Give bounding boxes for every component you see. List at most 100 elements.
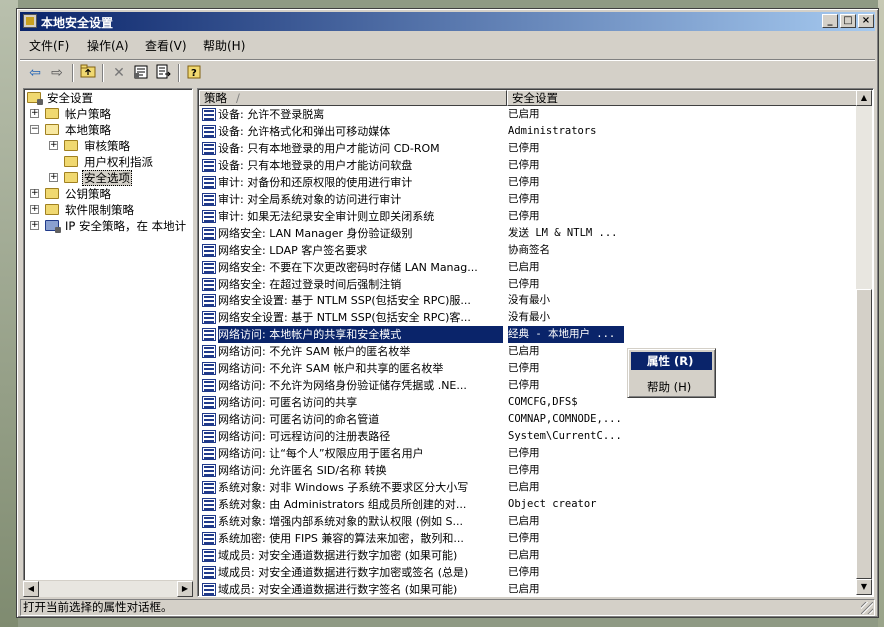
table-row[interactable]: 系统对象: 对非 Windows 子系统不要求区分大小写 已启用 xyxy=(199,479,857,496)
tree-item-security-options[interactable]: + 安全选项 xyxy=(27,170,187,186)
toolbar-separator xyxy=(102,64,104,82)
expand-icon[interactable]: + xyxy=(30,189,39,198)
table-row[interactable]: 网络访问: 让“每个人”权限应用于匿名用户 已停用 xyxy=(199,445,857,462)
table-row[interactable]: 审计: 如果无法纪录安全审计则立即关闭系统 已停用 xyxy=(199,208,857,225)
policy-icon xyxy=(202,430,216,444)
open-folder-icon xyxy=(45,124,59,135)
policy-name: 网络访问: 可匿名访问的共享 xyxy=(218,396,358,410)
table-row[interactable]: 网络安全设置: 基于 NTLM SSP(包括安全 RPC)客... 没有最小 xyxy=(199,309,857,326)
table-row[interactable]: 网络访问: 可匿名访问的共享 COMCFG,DFS$ xyxy=(199,394,857,411)
ip-security-icon xyxy=(45,220,61,233)
context-menu-help[interactable]: 帮助 (H) xyxy=(631,378,712,396)
close-button[interactable]: × xyxy=(858,14,874,28)
table-row[interactable]: 网络访问: 不允许 SAM 帐户的匿名枚举 已启用 xyxy=(199,343,857,360)
up-folder-icon[interactable] xyxy=(79,64,97,82)
policy-setting: 已启用 xyxy=(508,108,540,120)
table-row[interactable]: 审计: 对备份和还原权限的使用进行审计 已停用 xyxy=(199,174,857,191)
table-row[interactable]: 设备: 只有本地登录的用户才能访问软盘 已停用 xyxy=(199,157,857,174)
policy-name: 设备: 只有本地登录的用户才能访问软盘 xyxy=(218,158,413,172)
resize-grip-icon[interactable] xyxy=(861,602,873,614)
minimize-button[interactable]: _ xyxy=(822,14,838,28)
tree-item-user-rights-assignment[interactable]: 用户权利指派 xyxy=(27,154,187,170)
context-menu-properties[interactable]: 属性 (R) xyxy=(631,352,712,370)
policy-icon xyxy=(202,311,216,325)
policy-icon xyxy=(202,531,216,545)
table-row[interactable]: 网络安全设置: 基于 NTLM SSP(包括安全 RPC)服... 没有最小 xyxy=(199,292,857,309)
menu-help[interactable]: 帮助(H) xyxy=(203,37,245,54)
back-arrow-icon[interactable]: ⇦ xyxy=(26,64,44,82)
table-row[interactable]: 设备: 允许格式化和弹出可移动媒体 Administrators xyxy=(199,123,857,140)
tree-item-local-policies[interactable]: − 本地策略 xyxy=(27,122,187,138)
table-row[interactable]: 网络访问: 不允许为网络身份验证储存凭据或 .NE... 已停用 xyxy=(199,377,857,394)
maximize-button[interactable]: □ xyxy=(840,14,856,28)
title-bar[interactable]: 本地安全设置 _ □ × xyxy=(20,12,875,31)
scrollbar-thumb[interactable] xyxy=(856,289,872,579)
scroll-up-arrow-icon[interactable]: ▲ xyxy=(856,90,872,106)
policy-icon xyxy=(202,345,216,359)
expand-icon[interactable]: + xyxy=(30,109,39,118)
expand-icon[interactable]: + xyxy=(30,221,39,230)
policy-name: 系统对象: 由 Administrators 组成员所创建的对... xyxy=(218,497,467,511)
tree-item-public-key-policies[interactable]: + 公钥策略 xyxy=(27,186,187,202)
menu-bar: 文件(F) 操作(A) 查看(V) 帮助(H) xyxy=(20,34,875,54)
expand-icon[interactable]: + xyxy=(30,205,39,214)
policy-setting: Object creator xyxy=(508,497,597,510)
scroll-down-arrow-icon[interactable]: ▼ xyxy=(856,579,872,595)
table-row[interactable]: 系统加密: 使用 FIPS 兼容的算法来加密，散列和... 已停用 xyxy=(199,530,857,547)
properties-icon[interactable] xyxy=(132,64,150,82)
table-row[interactable]: 网络访问: 不允许 SAM 帐户和共享的匿名枚举 已停用 xyxy=(199,360,857,377)
help-icon[interactable]: ? xyxy=(186,64,204,82)
scroll-left-arrow-icon[interactable]: ◀ xyxy=(23,581,39,597)
tree-item-audit-policy[interactable]: + 审核策略 xyxy=(27,138,187,154)
table-row[interactable]: 系统对象: 由 Administrators 组成员所创建的对... Object… xyxy=(199,496,857,513)
policy-icon xyxy=(202,141,216,155)
tree-item-software-restriction-policies[interactable]: + 软件限制策略 xyxy=(27,202,187,218)
column-header-security-setting[interactable]: 安全设置 xyxy=(507,90,857,106)
policy-setting: 已停用 xyxy=(508,362,540,375)
table-row[interactable]: 网络安全: LAN Manager 身份验证级别 发送 LM & NTLM ... xyxy=(199,225,857,242)
policy-setting: 已停用 xyxy=(508,463,540,476)
expand-icon[interactable]: + xyxy=(49,173,58,182)
collapse-icon[interactable]: − xyxy=(30,125,39,134)
tree-horizontal-scrollbar[interactable]: ◀ ▶ xyxy=(23,580,193,597)
menu-view[interactable]: 查看(V) xyxy=(145,37,187,54)
policy-icon xyxy=(202,226,216,240)
table-row[interactable]: 网络访问: 本地帐户的共享和安全模式 经典 - 本地用户 ... xyxy=(199,326,857,344)
table-row[interactable]: 网络访问: 可匿名访问的命名管道 COMNAP,COMNODE,... xyxy=(199,411,857,428)
policy-setting: 发送 LM & NTLM ... xyxy=(508,226,618,239)
table-row[interactable]: 域成员: 对安全通道数据进行数字加密或签名 (总是) 已停用 xyxy=(199,564,857,581)
tree-item-security-settings[interactable]: 安全设置 xyxy=(27,90,187,106)
tree-item-ip-security-policies[interactable]: + IP 安全策略，在 本地计 xyxy=(27,218,192,234)
policy-name: 网络安全: LDAP 客户签名要求 xyxy=(218,243,368,257)
policy-name: 域成员: 对安全通道数据进行数字签名 (如果可能) xyxy=(218,582,458,596)
policy-name: 网络访问: 本地帐户的共享和安全模式 xyxy=(218,326,503,344)
policy-list-pane[interactable]: 策略 / 安全设置 设备: 允许不登录脱离 已启用 设备: 允许格式化和弹出可移动媒… xyxy=(197,88,874,597)
forward-arrow-icon[interactable]: ⇨ xyxy=(48,64,66,82)
app-icon[interactable] xyxy=(23,14,37,28)
menu-action[interactable]: 操作(A) xyxy=(87,37,129,54)
expand-icon[interactable]: + xyxy=(49,141,58,150)
tree-item-account-policies[interactable]: + 帐户策略 xyxy=(27,106,187,122)
table-row[interactable]: 网络安全: 不要在下次更改密码时存储 LAN Manag... 已启用 xyxy=(199,259,857,276)
table-row[interactable]: 系统对象: 增强内部系统对象的默认权限 (例如 S... 已启用 xyxy=(199,513,857,530)
policy-icon xyxy=(202,175,216,189)
export-list-icon[interactable] xyxy=(154,64,172,82)
column-header-policy[interactable]: 策略 / xyxy=(199,90,507,106)
list-vertical-scrollbar[interactable]: ▲ ▼ xyxy=(856,90,872,595)
menu-file[interactable]: 文件(F) xyxy=(29,37,69,54)
policy-icon xyxy=(202,108,216,121)
table-row[interactable]: 网络访问: 可远程访问的注册表路径 System\CurrentC... xyxy=(199,428,857,445)
table-row[interactable]: 域成员: 对安全通道数据进行数字加密 (如果可能) 已启用 xyxy=(199,547,857,564)
delete-icon[interactable]: ✕ xyxy=(110,64,128,82)
scroll-right-arrow-icon[interactable]: ▶ xyxy=(177,581,193,597)
table-row[interactable]: 网络安全: LDAP 客户签名要求 协商签名 xyxy=(199,242,857,259)
policy-name: 网络安全设置: 基于 NTLM SSP(包括安全 RPC)服... xyxy=(218,294,471,308)
table-row[interactable]: 域成员: 对安全通道数据进行数字签名 (如果可能) 已启用 xyxy=(199,581,857,596)
table-row[interactable]: 设备: 允许不登录脱离 已启用 xyxy=(199,106,857,123)
table-row[interactable]: 网络访问: 允许匿名 SID/名称 转换 已停用 xyxy=(199,462,857,479)
tree-pane[interactable]: 安全设置 + 帐户策略 − 本地策略 + 审核策略 用户权利指派 + 安全选项 … xyxy=(23,88,193,597)
table-row[interactable]: 设备: 只有本地登录的用户才能访问 CD-ROM 已停用 xyxy=(199,140,857,157)
table-row[interactable]: 网络安全: 在超过登录时间后强制注销 已停用 xyxy=(199,276,857,293)
policy-setting: 已停用 xyxy=(508,175,540,188)
table-row[interactable]: 审计: 对全局系统对象的访问进行审计 已停用 xyxy=(199,191,857,208)
